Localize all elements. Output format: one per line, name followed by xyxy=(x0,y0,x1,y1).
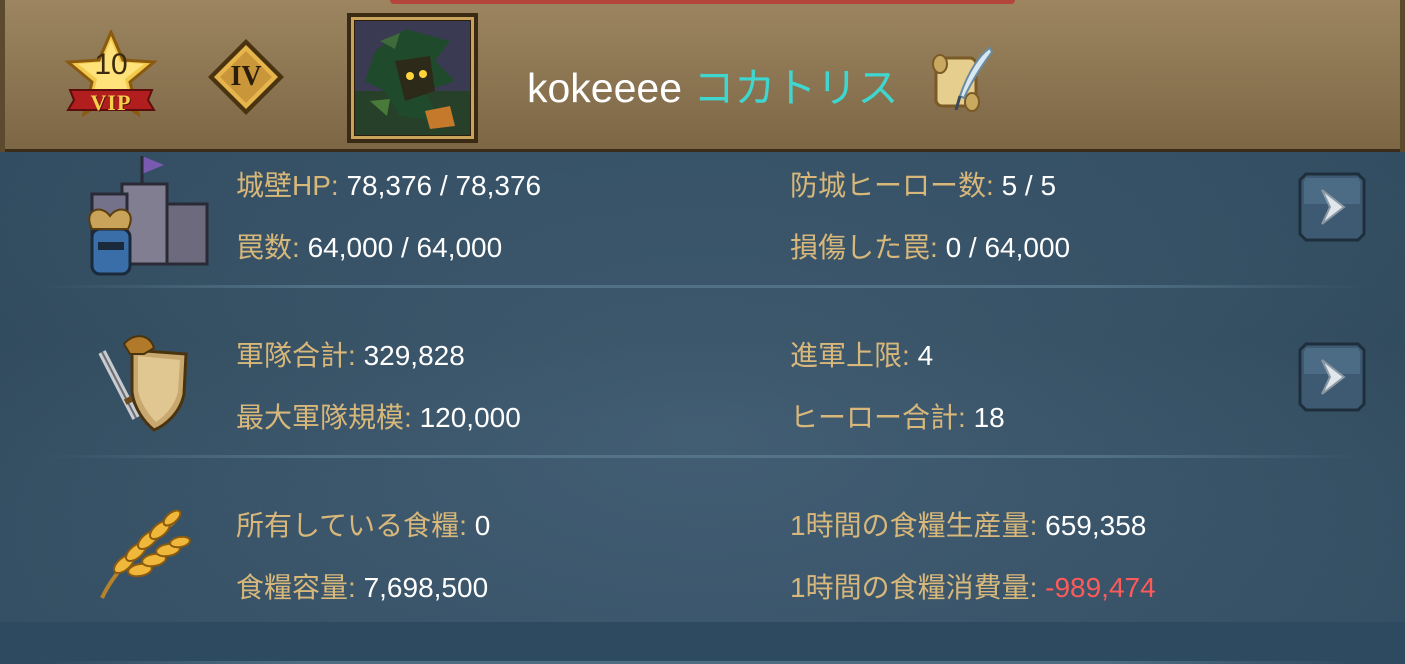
stat-value: 659,358 xyxy=(1045,510,1147,541)
section-divider xyxy=(40,455,1365,458)
army-details-button[interactable] xyxy=(1298,342,1366,412)
castle-icon xyxy=(82,154,212,283)
castle-details-button[interactable] xyxy=(1298,172,1366,242)
stat-value: 5 / 5 xyxy=(1001,170,1057,201)
chevron-right-icon xyxy=(1298,172,1366,242)
sword-shield-icon xyxy=(94,332,194,436)
food-section: 所有している食糧: 0 食糧容量: 7,698,500 1時間の食糧生産量: 6… xyxy=(0,492,1405,664)
stat-value: 7,698,500 xyxy=(363,572,489,603)
stat-label: ヒーロー合計 xyxy=(790,402,959,433)
stat-label: 損傷した罠 xyxy=(790,232,931,263)
stat-wall-hp: 城壁HP: 78,376 / 78,376 xyxy=(236,170,542,201)
stat-value: 18 xyxy=(973,402,1005,433)
vip-label: VIP xyxy=(90,90,132,115)
vip-badge[interactable]: 10 VIP xyxy=(64,30,158,120)
stat-label: 最大軍隊規模 xyxy=(236,402,405,433)
chevron-right-icon xyxy=(1298,342,1366,412)
guild-name: コカトリス xyxy=(693,65,899,111)
stat-max-army-size: 最大軍隊規模: 120,000 xyxy=(236,402,521,433)
player-avatar[interactable] xyxy=(347,13,478,143)
header-edge-right xyxy=(1400,0,1405,152)
stat-total-heroes: ヒーロー合計: 18 xyxy=(790,402,1005,433)
stat-food-owned: 所有している食糧: 0 xyxy=(236,510,491,541)
stat-label: 防城ヒーロー数 xyxy=(790,170,987,201)
stat-total-troops: 軍隊合計: 329,828 xyxy=(236,340,465,371)
stat-value: 64,000 / 64,000 xyxy=(307,232,503,263)
player-name: kokeeee xyxy=(527,65,683,111)
stat-label: 城壁HP xyxy=(236,170,331,201)
header-top-accent xyxy=(390,0,1015,4)
vip-level: 10 xyxy=(94,48,128,81)
stat-label: 罠数 xyxy=(236,232,293,263)
stat-value: 329,828 xyxy=(363,340,465,371)
stat-food-consumption: 1時間の食糧消費量: -989,474 xyxy=(790,572,1156,603)
stat-march-limit: 進軍上限: 4 xyxy=(790,340,934,371)
wheat-icon xyxy=(94,502,194,606)
stat-label: 1時間の食糧生産量 xyxy=(790,510,1030,541)
profile-header: 10 VIP IV kokeeee コカトリス xyxy=(0,0,1405,152)
header-edge-left xyxy=(0,0,5,152)
scroll-quill-icon[interactable] xyxy=(930,44,994,116)
stats-panel: 城壁HP: 78,376 / 78,376 罠数: 64,000 / 64,00… xyxy=(0,152,1405,664)
hero-portrait-icon xyxy=(355,21,470,135)
stat-label: 1時間の食糧消費量 xyxy=(790,572,1030,603)
stat-defense-heroes: 防城ヒーロー数: 5 / 5 xyxy=(790,170,1057,201)
stat-value: 0 xyxy=(474,510,491,541)
stat-value: 0 / 64,000 xyxy=(945,232,1071,263)
stat-label: 軍隊合計 xyxy=(236,340,349,371)
army-section: 軍隊合計: 329,828 最大軍隊規模: 120,000 進軍上限: 4 ヒー… xyxy=(0,322,1405,492)
stat-food-capacity: 食糧容量: 7,698,500 xyxy=(236,572,489,603)
stat-trap-count: 罠数: 64,000 / 64,000 xyxy=(236,232,503,263)
section-divider xyxy=(40,285,1365,288)
stat-value: 4 xyxy=(917,340,934,371)
castle-section: 城壁HP: 78,376 / 78,376 罠数: 64,000 / 64,00… xyxy=(0,152,1405,322)
stat-value: 78,376 / 78,376 xyxy=(346,170,542,201)
stat-damaged-traps: 損傷した罠: 0 / 64,000 xyxy=(790,232,1071,263)
player-name-line: kokeeee コカトリス xyxy=(527,54,898,114)
stat-label: 進軍上限 xyxy=(790,340,903,371)
rank-badge[interactable]: IV xyxy=(206,37,286,117)
stat-value: 120,000 xyxy=(419,402,521,433)
stat-value: -989,474 xyxy=(1045,572,1156,603)
stat-food-production: 1時間の食糧生産量: 659,358 xyxy=(790,510,1147,541)
rank-label: IV xyxy=(230,61,262,92)
stat-label: 所有している食糧 xyxy=(236,510,460,541)
stat-label: 食糧容量 xyxy=(236,572,349,603)
